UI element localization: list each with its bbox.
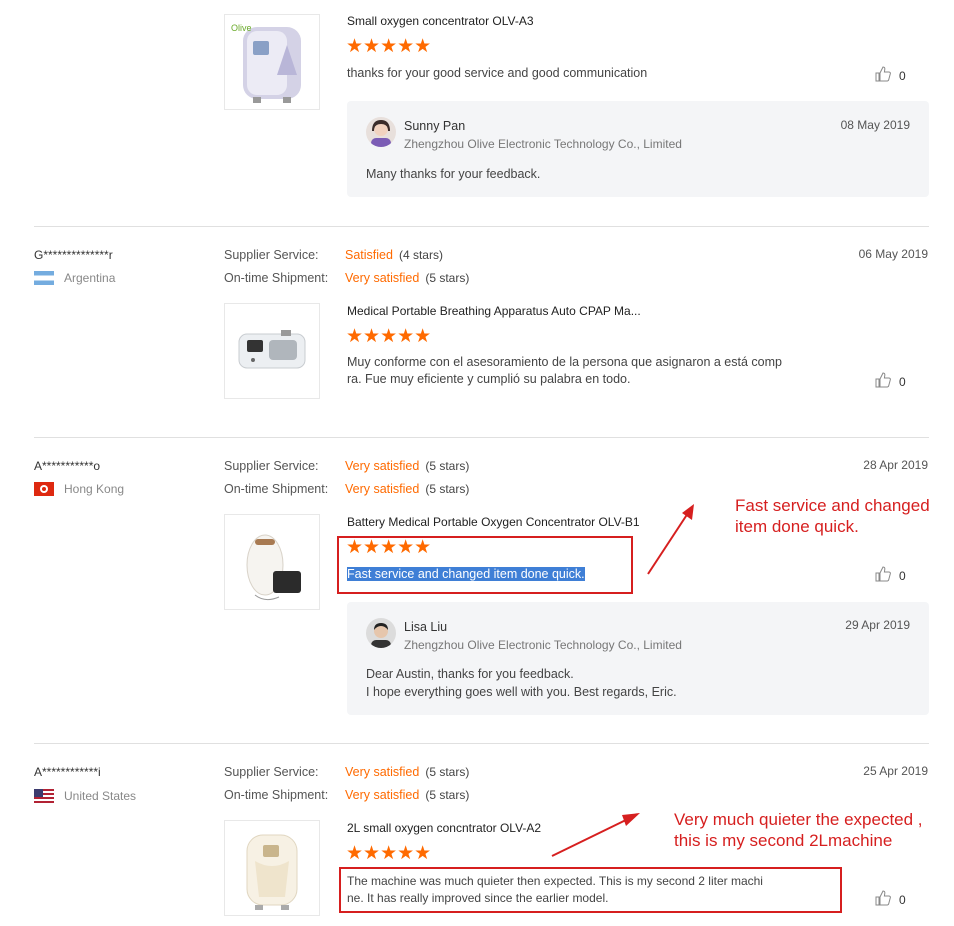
shipment-rating: Very satisfied (5 stars) <box>345 482 470 496</box>
cpap-machine-image <box>238 330 306 369</box>
thumbs-up-icon <box>875 66 891 85</box>
portable-concentrator-image <box>246 534 301 601</box>
review-text: Muy conforme con el asesoramiento de la … <box>347 355 782 386</box>
product-thumbnail[interactable]: Olive <box>224 14 320 110</box>
review-date: 06 May 2019 <box>858 247 928 261</box>
like-count: 0 <box>899 374 906 389</box>
supplier-service-rating: Very satisfied (5 stars) <box>345 459 470 473</box>
buyer-name: A***********o <box>34 459 101 473</box>
reply-body: Dear Austin, thanks for you feedback. I … <box>366 667 677 699</box>
oxygen-concentrator-image <box>246 834 298 910</box>
buyer-country: United States <box>34 789 136 803</box>
like-button[interactable]: 0 <box>875 890 906 909</box>
united-states-flag-icon <box>34 789 54 803</box>
buyer-name: G**************r <box>34 248 113 262</box>
product-title-link[interactable]: Small oxygen concentrator OLV-A3 <box>347 14 534 28</box>
like-count: 0 <box>899 892 906 907</box>
shipment-rating: Very satisfied (5 stars) <box>345 271 470 285</box>
oxygen-concentrator-image: Olive <box>231 23 301 103</box>
reply-body: Many thanks for your feedback. <box>366 167 541 181</box>
rating-stars: ★★★★★ <box>346 843 432 864</box>
buyer-country: Argentina <box>34 271 115 285</box>
supplier-service-label: Supplier Service: <box>224 459 319 473</box>
shipment-rating: Very satisfied (5 stars) <box>345 788 470 802</box>
supplier-reply: Sunny Pan Zhengzhou Olive Electronic Tec… <box>347 101 929 197</box>
review-date: 28 Apr 2019 <box>863 458 928 472</box>
product-title-link[interactable]: Battery Medical Portable Oxygen Concentr… <box>347 515 640 529</box>
rating-stars: ★★★★★ <box>346 326 432 347</box>
thumbs-up-icon <box>875 890 891 909</box>
avatar <box>366 117 396 147</box>
product-thumbnail[interactable] <box>224 820 320 916</box>
reply-date: 29 Apr 2019 <box>845 618 910 632</box>
annotation-note: Very much quieter the expected , this is… <box>674 810 923 850</box>
review-divider <box>34 437 929 438</box>
supplier-reply: Lisa Liu Zhengzhou Olive Electronic Tech… <box>347 602 929 715</box>
thumbs-up-icon <box>875 566 891 585</box>
argentina-flag-icon <box>34 271 54 285</box>
supplier-service-label: Supplier Service: <box>224 765 319 779</box>
annotation-note: Fast service and changed item done quick… <box>735 496 930 536</box>
avatar <box>366 618 396 648</box>
like-count: 0 <box>899 568 906 583</box>
hong-kong-flag-icon <box>34 482 54 496</box>
rating-stars: ★★★★★ <box>346 36 432 57</box>
review-divider <box>34 226 929 227</box>
annotation-highlight-box <box>337 536 633 594</box>
shipment-label: On-time Shipment: <box>224 271 329 285</box>
review-divider <box>34 743 929 744</box>
review-date: 25 Apr 2019 <box>863 764 928 778</box>
reply-date: 08 May 2019 <box>840 118 910 132</box>
product-title-link[interactable]: 2L small oxygen concntrator OLV-A2 <box>347 821 541 835</box>
thumbs-up-icon <box>875 372 891 391</box>
product-thumbnail[interactable] <box>224 514 320 610</box>
like-count: 0 <box>899 68 906 83</box>
buyer-country: Hong Kong <box>34 482 124 496</box>
annotation-arrow-icon <box>647 504 694 575</box>
buyer-name: A************i <box>34 765 101 779</box>
like-button[interactable]: 0 <box>875 66 906 85</box>
shipment-label: On-time Shipment: <box>224 788 329 802</box>
replier-name: Lisa Liu <box>404 620 448 634</box>
product-title-link[interactable]: Medical Portable Breathing Apparatus Aut… <box>347 304 641 318</box>
like-button[interactable]: 0 <box>875 566 906 585</box>
replier-company: Zhengzhou Olive Electronic Technology Co… <box>404 638 682 652</box>
annotation-arrow-icon <box>551 813 640 857</box>
supplier-service-label: Supplier Service: <box>224 248 319 262</box>
supplier-service-rating: Satisfied (4 stars) <box>345 248 443 262</box>
review-text: thanks for your good service and good co… <box>347 66 648 80</box>
replier-name: Sunny Pan <box>404 119 466 133</box>
like-button[interactable]: 0 <box>875 372 906 391</box>
shipment-label: On-time Shipment: <box>224 482 329 496</box>
svg-text:Olive: Olive <box>231 23 252 33</box>
supplier-service-rating: Very satisfied (5 stars) <box>345 765 470 779</box>
annotation-highlight-box <box>339 867 842 913</box>
product-thumbnail[interactable] <box>224 303 320 399</box>
replier-company: Zhengzhou Olive Electronic Technology Co… <box>404 137 682 151</box>
